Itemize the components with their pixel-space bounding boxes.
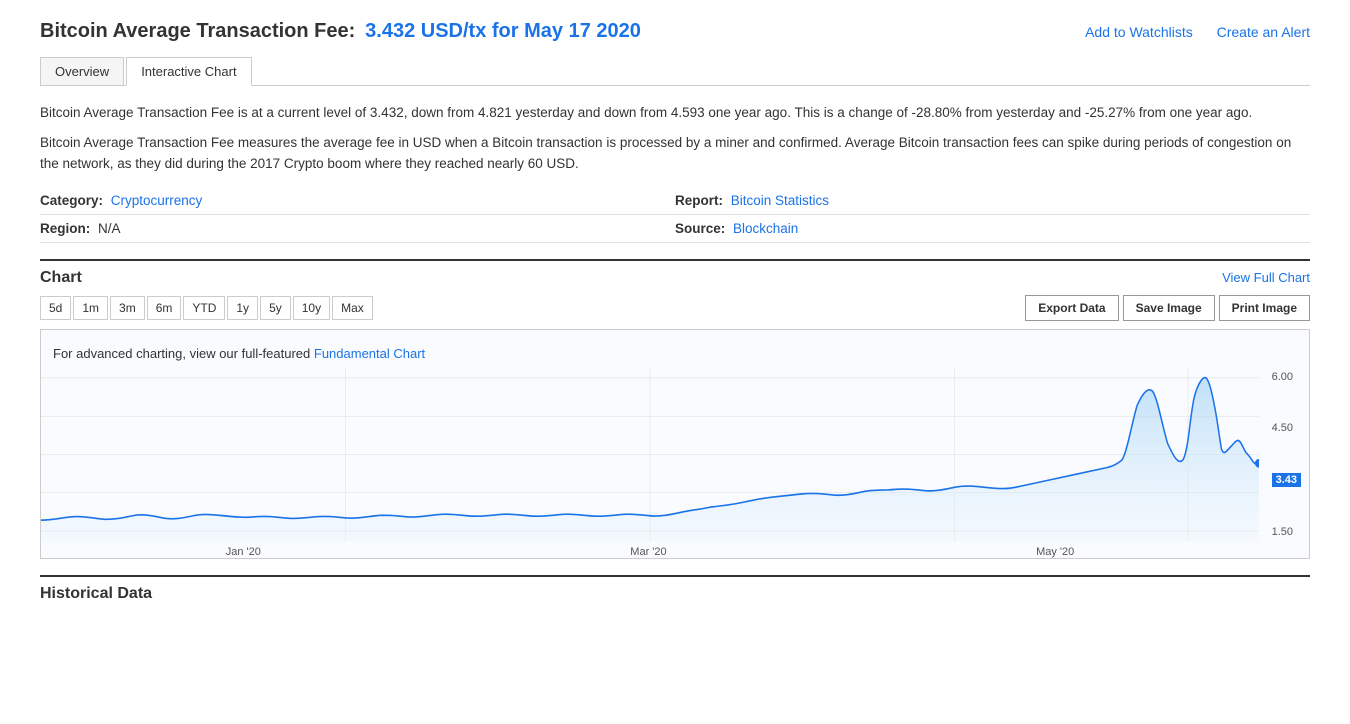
tab-overview[interactable]: Overview <box>40 57 124 85</box>
category-value[interactable]: Cryptocurrency <box>111 193 203 208</box>
time-buttons: 5d 1m 3m 6m YTD 1y 5y 10y Max <box>40 296 373 320</box>
create-alert-link[interactable]: Create an Alert <box>1217 24 1310 40</box>
source-value[interactable]: Blockchain <box>733 221 798 236</box>
historical-title: Historical Data <box>40 585 152 602</box>
chart-x-labels: Jan '20 Mar '20 May '20 <box>41 542 1309 559</box>
chart-notice-text: For advanced charting, view our full-fea… <box>53 346 310 361</box>
x-label-jan20: Jan '20 <box>226 546 261 558</box>
report-value[interactable]: Bitcoin Statistics <box>731 193 829 208</box>
chart-y-labels: 6.00 4.50 3.43 1.50 <box>1272 367 1301 542</box>
y-label-600: 6.00 <box>1272 371 1301 383</box>
description-para1: Bitcoin Average Transaction Fee is at a … <box>40 102 1310 124</box>
region-label: Region: <box>40 221 90 236</box>
print-image-button[interactable]: Print Image <box>1219 295 1310 321</box>
meta-right: Report: Bitcoin Statistics Source: Block… <box>675 187 1310 243</box>
save-image-button[interactable]: Save Image <box>1123 295 1215 321</box>
x-label-may20: May '20 <box>1036 546 1074 558</box>
y-label-450: 4.50 <box>1272 422 1301 434</box>
x-label-mar20: Mar '20 <box>630 546 666 558</box>
header-value: 3.432 USD/tx for May 17 2020 <box>365 20 641 42</box>
report-label: Report: <box>675 193 723 208</box>
time-btn-5d[interactable]: 5d <box>40 296 71 320</box>
chart-header: Chart View Full Chart <box>40 259 1310 287</box>
description-section: Bitcoin Average Transaction Fee is at a … <box>40 102 1310 175</box>
time-btn-5y[interactable]: 5y <box>260 296 291 320</box>
fundamental-chart-link[interactable]: Fundamental Chart <box>314 346 425 361</box>
time-btn-ytd[interactable]: YTD <box>183 296 225 320</box>
chart-container: For advanced charting, view our full-fea… <box>40 329 1310 559</box>
export-data-button[interactable]: Export Data <box>1025 295 1118 321</box>
historical-section: Historical Data <box>40 575 1310 603</box>
time-btn-1y[interactable]: 1y <box>227 296 258 320</box>
chart-title: Chart <box>40 269 82 287</box>
meta-section: Category: Cryptocurrency Region: N/A Rep… <box>40 187 1310 243</box>
header-section: Bitcoin Average Transaction Fee: 3.432 U… <box>40 20 1310 43</box>
chart-notice: For advanced charting, view our full-fea… <box>41 340 1309 367</box>
current-value-badge: 3.43 <box>1272 473 1301 487</box>
chart-section: Chart View Full Chart 5d 1m 3m 6m YTD 1y… <box>40 259 1310 559</box>
tab-interactive-chart[interactable]: Interactive Chart <box>126 57 251 86</box>
source-row: Source: Blockchain <box>675 215 1310 243</box>
region-value: N/A <box>98 221 121 236</box>
region-row: Region: N/A <box>40 215 675 243</box>
category-label: Category: <box>40 193 103 208</box>
chart-svg <box>41 367 1259 542</box>
chart-area: 6.00 4.50 3.43 1.50 <box>41 367 1309 542</box>
chart-controls: 5d 1m 3m 6m YTD 1y 5y 10y Max Export Dat… <box>40 295 1310 321</box>
time-btn-6m[interactable]: 6m <box>147 296 182 320</box>
y-label-343: 3.43 <box>1272 473 1301 487</box>
source-label: Source: <box>675 221 725 236</box>
time-btn-max[interactable]: Max <box>332 296 373 320</box>
meta-left: Category: Cryptocurrency Region: N/A <box>40 187 675 243</box>
add-to-watchlists-link[interactable]: Add to Watchlists <box>1085 24 1193 40</box>
category-row: Category: Cryptocurrency <box>40 187 675 215</box>
header-title: Bitcoin Average Transaction Fee: <box>40 20 355 42</box>
time-btn-10y[interactable]: 10y <box>293 296 330 320</box>
y-label-150: 1.50 <box>1272 526 1301 538</box>
action-buttons: Export Data Save Image Print Image <box>1025 295 1310 321</box>
header-links: Add to Watchlists Create an Alert <box>1065 24 1310 40</box>
time-btn-3m[interactable]: 3m <box>110 296 145 320</box>
description-para2: Bitcoin Average Transaction Fee measures… <box>40 132 1310 175</box>
time-btn-1m[interactable]: 1m <box>73 296 108 320</box>
view-full-chart-link[interactable]: View Full Chart <box>1222 270 1310 285</box>
tabs-bar: Overview Interactive Chart <box>40 57 1310 86</box>
report-row: Report: Bitcoin Statistics <box>675 187 1310 215</box>
